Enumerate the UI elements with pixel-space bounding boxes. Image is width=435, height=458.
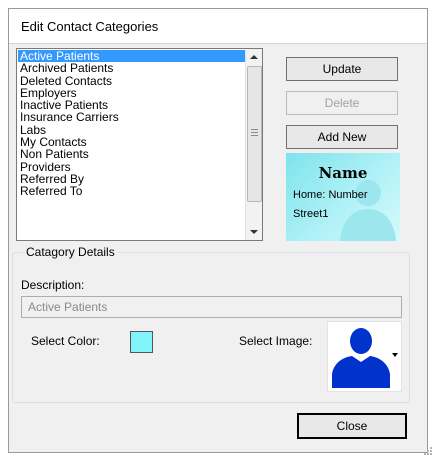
scroll-up-button[interactable] bbox=[246, 49, 262, 65]
arrow-up-icon bbox=[250, 55, 258, 59]
delete-button[interactable]: Delete bbox=[286, 91, 398, 115]
color-swatch-button[interactable] bbox=[130, 331, 153, 353]
category-item[interactable]: Archived Patients bbox=[18, 62, 245, 74]
scroll-down-button[interactable] bbox=[246, 224, 262, 240]
group-title: Catagory Details bbox=[23, 245, 118, 259]
preview-home: Home: Number bbox=[293, 189, 368, 201]
contact-card-preview: Name Home: Number Street1 bbox=[286, 153, 400, 241]
scroll-thumb[interactable] bbox=[247, 66, 262, 202]
select-image-label: Select Image: bbox=[239, 334, 313, 348]
description-field[interactable]: Active Patients bbox=[21, 296, 402, 318]
person-silhouette-icon bbox=[332, 328, 390, 388]
grip-line bbox=[251, 132, 258, 133]
select-color-label: Select Color: bbox=[31, 334, 100, 348]
preview-street: Street1 bbox=[293, 208, 329, 220]
add-new-button[interactable]: Add New bbox=[286, 125, 398, 149]
title-bar: Edit Contact Categories bbox=[9, 9, 427, 44]
category-list: Active Patients Archived Patients Deleted … bbox=[18, 50, 245, 198]
resize-grip-icon[interactable] bbox=[423, 446, 433, 456]
category-item[interactable]: Referred To bbox=[18, 185, 245, 197]
image-picker[interactable] bbox=[327, 321, 402, 392]
dropdown-arrow-icon[interactable] bbox=[392, 353, 398, 357]
list-scrollbar[interactable] bbox=[245, 49, 262, 240]
category-item[interactable]: Insurance Carriers bbox=[18, 111, 245, 123]
preview-name: Name bbox=[318, 164, 368, 182]
update-button[interactable]: Update bbox=[286, 57, 398, 81]
window-title: Edit Contact Categories bbox=[21, 19, 159, 34]
grip-line bbox=[251, 135, 258, 136]
close-button[interactable]: Close bbox=[297, 413, 407, 439]
category-item[interactable]: Non Patients bbox=[18, 148, 245, 160]
category-listbox[interactable]: Active Patients Archived Patients Deleted … bbox=[16, 48, 263, 241]
description-label: Description: bbox=[21, 278, 85, 292]
arrow-down-icon bbox=[250, 230, 258, 234]
grip-line bbox=[251, 129, 258, 130]
